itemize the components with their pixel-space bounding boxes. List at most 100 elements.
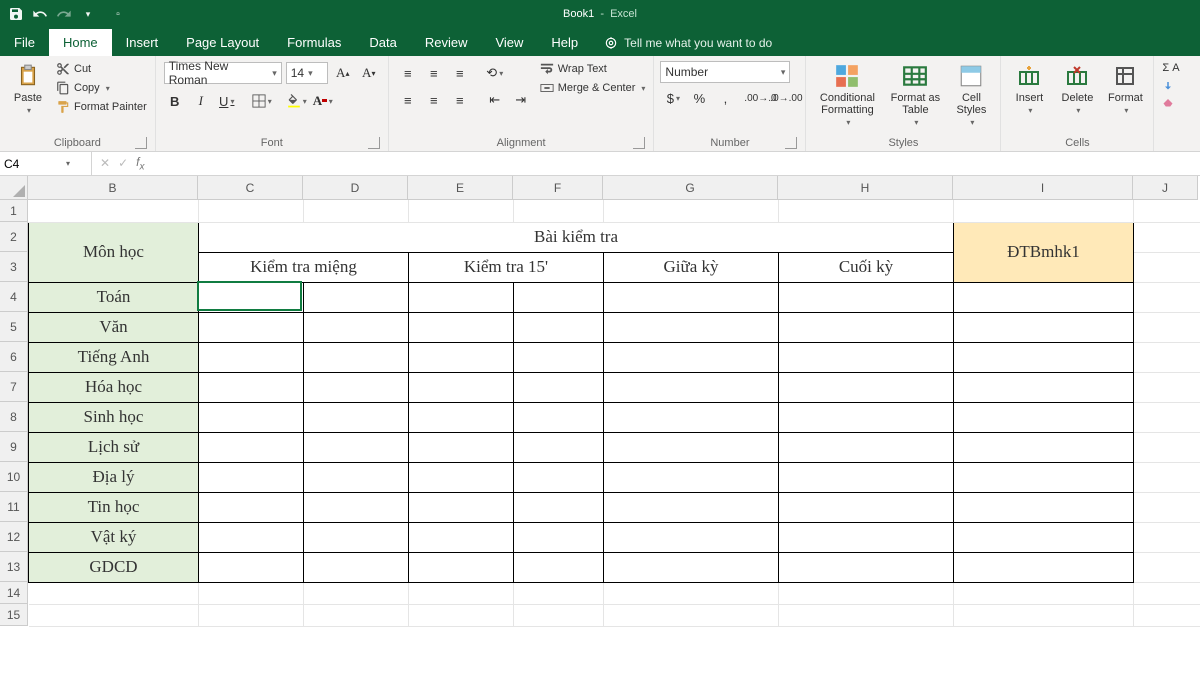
cell[interactable] <box>1134 582 1200 604</box>
cell[interactable]: Lịch sử <box>29 432 199 462</box>
row-header-1[interactable]: 1 <box>0 200 28 222</box>
cell[interactable] <box>199 582 304 604</box>
cell[interactable] <box>1134 222 1200 252</box>
tab-data[interactable]: Data <box>355 29 410 56</box>
tab-file[interactable]: File <box>0 29 49 56</box>
cell[interactable] <box>1134 462 1200 492</box>
cell[interactable]: Văn <box>29 312 199 342</box>
cell[interactable] <box>29 604 199 626</box>
row-header-15[interactable]: 15 <box>0 604 28 626</box>
autosum-button[interactable]: Σ A <box>1160 61 1181 75</box>
fill-button[interactable] <box>1160 78 1181 92</box>
cell[interactable] <box>304 522 409 552</box>
cell[interactable] <box>409 522 514 552</box>
cell[interactable] <box>954 312 1134 342</box>
cell[interactable]: Toán <box>29 282 199 312</box>
cell[interactable]: Hóa học <box>29 372 199 402</box>
cell[interactable] <box>954 522 1134 552</box>
cell[interactable] <box>514 522 604 552</box>
cell[interactable] <box>779 604 954 626</box>
cell[interactable] <box>604 432 779 462</box>
row-header-5[interactable]: 5 <box>0 312 28 342</box>
tab-home[interactable]: Home <box>49 29 112 56</box>
cell-styles-button[interactable]: Cell Styles▾ <box>948 58 994 127</box>
cell[interactable] <box>604 582 779 604</box>
cell[interactable] <box>779 342 954 372</box>
cell[interactable] <box>199 372 304 402</box>
tab-insert[interactable]: Insert <box>112 29 173 56</box>
cell[interactable] <box>409 582 514 604</box>
cell[interactable] <box>954 342 1134 372</box>
cell[interactable] <box>604 522 779 552</box>
cell[interactable] <box>514 342 604 372</box>
italic-button[interactable]: I <box>190 90 212 112</box>
cell[interactable] <box>954 582 1134 604</box>
cell[interactable] <box>514 604 604 626</box>
cell[interactable] <box>604 200 779 222</box>
cell[interactable] <box>1134 312 1200 342</box>
cell[interactable] <box>304 402 409 432</box>
cell[interactable] <box>304 604 409 626</box>
wrap-text-button[interactable]: Wrap Text <box>538 61 648 77</box>
row-header-9[interactable]: 9 <box>0 432 28 462</box>
cell[interactable] <box>779 522 954 552</box>
row-header-11[interactable]: 11 <box>0 492 28 522</box>
cell[interactable] <box>409 462 514 492</box>
cell[interactable]: Cuối kỳ <box>779 252 954 282</box>
clipboard-launcher-icon[interactable] <box>135 137 147 149</box>
cell[interactable] <box>29 200 199 222</box>
cell[interactable] <box>779 312 954 342</box>
cell[interactable] <box>514 552 604 582</box>
cell[interactable] <box>1134 604 1200 626</box>
bold-button[interactable]: B <box>164 90 186 112</box>
underline-button[interactable]: U▾ <box>216 90 238 112</box>
accounting-button[interactable]: $▾ <box>662 87 684 109</box>
percent-button[interactable]: % <box>688 87 710 109</box>
cell[interactable] <box>514 462 604 492</box>
font-name-combo[interactable]: Times New Roman▾ <box>164 62 282 84</box>
number-launcher-icon[interactable] <box>785 137 797 149</box>
cell[interactable] <box>954 492 1134 522</box>
cell[interactable] <box>604 282 779 312</box>
cell[interactable] <box>1134 522 1200 552</box>
cell[interactable] <box>604 492 779 522</box>
cell[interactable] <box>1134 342 1200 372</box>
tab-view[interactable]: View <box>481 29 537 56</box>
align-center-button[interactable]: ≡ <box>423 89 445 111</box>
row-header-12[interactable]: 12 <box>0 522 28 552</box>
cell[interactable] <box>1134 492 1200 522</box>
cell[interactable] <box>604 552 779 582</box>
cell[interactable] <box>514 200 604 222</box>
col-header-C[interactable]: C <box>198 176 303 200</box>
cell[interactable] <box>199 462 304 492</box>
cell[interactable]: Vật ký <box>29 522 199 552</box>
row-header-14[interactable]: 14 <box>0 582 28 604</box>
cell[interactable] <box>199 402 304 432</box>
cell[interactable]: Môn học <box>29 222 199 282</box>
row-header-10[interactable]: 10 <box>0 462 28 492</box>
cell[interactable] <box>409 604 514 626</box>
decrease-indent-button[interactable]: ⇤ <box>484 89 506 111</box>
cell[interactable]: Tiếng Anh <box>29 342 199 372</box>
cell[interactable] <box>199 604 304 626</box>
cell[interactable] <box>304 462 409 492</box>
cell[interactable] <box>1134 200 1200 222</box>
cell[interactable] <box>779 462 954 492</box>
cell[interactable] <box>409 200 514 222</box>
grow-font-button[interactable]: A▴ <box>332 62 354 84</box>
cell[interactable] <box>514 582 604 604</box>
cell[interactable] <box>604 462 779 492</box>
cell[interactable] <box>604 312 779 342</box>
cell[interactable] <box>409 402 514 432</box>
row-header-3[interactable]: 3 <box>0 252 28 282</box>
cell[interactable] <box>199 552 304 582</box>
cell[interactable] <box>409 552 514 582</box>
increase-indent-button[interactable]: ⇥ <box>510 89 532 111</box>
col-header-F[interactable]: F <box>513 176 603 200</box>
cell[interactable] <box>304 282 409 312</box>
borders-button[interactable]: ▾ <box>251 90 273 112</box>
cell[interactable]: Tin học <box>29 492 199 522</box>
tell-me-search[interactable]: Tell me what you want to do <box>592 30 784 56</box>
cell[interactable] <box>954 462 1134 492</box>
font-color-button[interactable]: A▾ <box>312 90 334 112</box>
